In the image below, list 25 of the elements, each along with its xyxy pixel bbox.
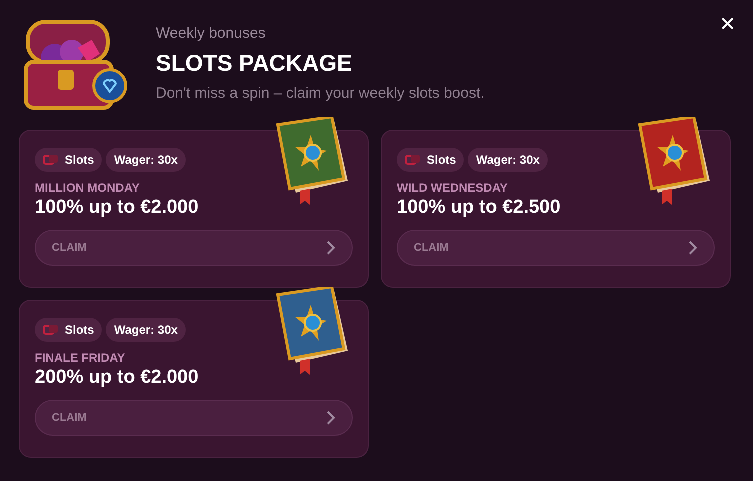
claim-button[interactable]: CLAIM: [35, 230, 353, 266]
tag-label: Slots: [65, 322, 94, 339]
offer-name: FINALE FRIDAY: [35, 350, 126, 366]
wager-tag: Wager: 30x: [106, 318, 186, 342]
claim-button[interactable]: CLAIM: [397, 230, 715, 266]
title: SLOTS PACKAGE: [156, 49, 354, 78]
wager-tag: Wager: 30x: [106, 148, 186, 172]
offer-name: WILD WEDNESDAY: [397, 180, 509, 196]
offer-name: MILLION MONDAY: [35, 180, 141, 196]
cards-icon: [405, 154, 421, 166]
subtitle: Don't miss a spin – claim your weekly slots boost.: [156, 84, 485, 104]
tag-label: Slots: [65, 152, 94, 169]
close-button[interactable]: ✕: [715, 12, 741, 38]
claim-button[interactable]: CLAIM: [35, 400, 353, 436]
tag-label: Slots: [427, 152, 456, 169]
offer-amount: 100% up to €2.000: [35, 196, 200, 220]
cards-icon: [43, 324, 59, 336]
chevron-right-icon: [327, 411, 336, 425]
eyebrow-text: Weekly bonuses: [156, 24, 267, 44]
chevron-right-icon: [689, 241, 698, 255]
wager-tag: Wager: 30x: [468, 148, 548, 172]
cards-icon: [43, 154, 59, 166]
chevron-right-icon: [327, 241, 336, 255]
offer-amount: 100% up to €2.500: [397, 196, 562, 220]
offer-amount: 200% up to €2.000: [35, 366, 200, 390]
